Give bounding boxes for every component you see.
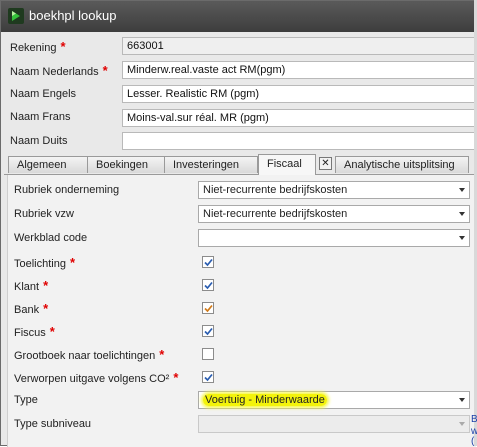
window-title: boekhpl lookup [29, 8, 117, 23]
bank-checkbox[interactable] [202, 302, 214, 314]
rekening-field[interactable]: 663001 [122, 37, 475, 55]
required-marker: * [159, 347, 165, 362]
side-fragment: B [471, 414, 477, 425]
tab-boekingen[interactable]: Boekingen [87, 156, 165, 173]
toelichting-checkbox[interactable] [202, 256, 214, 268]
required-marker: * [49, 324, 55, 339]
naam-frans-field[interactable]: Moins-val.sur réal. MR (pgm) [122, 109, 475, 127]
klant-label: Klant * [14, 278, 49, 293]
chevron-down-icon [459, 398, 465, 402]
rubriek-onderneming-label: Rubriek onderneming [14, 184, 120, 196]
app-logo-icon [8, 8, 24, 24]
tab-algemeen[interactable]: Algemeen [8, 156, 88, 173]
chevron-down-icon [459, 422, 465, 426]
chevron-down-icon [459, 188, 465, 192]
chevron-down-icon [459, 212, 465, 216]
klant-checkbox[interactable] [202, 279, 214, 291]
rubriek-vzw-value: Niet-recurrente bedrijfskosten [203, 208, 348, 220]
naam-nederlands-label: Naam Nederlands * [10, 63, 108, 78]
chevron-down-icon [459, 236, 465, 240]
check-icon [204, 304, 213, 313]
type-subniveau-select[interactable] [198, 415, 470, 433]
fiscus-label: Fiscus * [14, 324, 55, 339]
toelichting-label: Toelichting * [14, 255, 76, 270]
bank-label: Bank * [14, 301, 49, 316]
grootboek-label: Grootboek naar toelichtingen * [14, 347, 165, 362]
rubriek-vzw-label: Rubriek vzw [14, 208, 74, 220]
required-marker: * [60, 39, 66, 54]
check-icon [204, 258, 213, 267]
side-fragment: ( [471, 436, 475, 447]
fiscus-checkbox[interactable] [202, 325, 214, 337]
type-select[interactable]: Voertuig - Minderwaarde [198, 391, 470, 409]
naam-duits-field[interactable] [122, 132, 475, 150]
required-marker: * [69, 255, 76, 270]
check-icon [204, 373, 213, 382]
rubriek-vzw-select[interactable]: Niet-recurrente bedrijfskosten [198, 205, 470, 223]
tab-analytische-uitsplitsing[interactable]: Analytische uitsplitsing [335, 156, 469, 173]
close-tab-icon[interactable]: ✕ [319, 157, 332, 170]
tab-investeringen[interactable]: Investeringen [164, 156, 258, 173]
lookup-window: boekhpl lookup Rekening * 663001 Naam Ned… [0, 0, 476, 447]
rubriek-onderneming-value: Niet-recurrente bedrijfskosten [203, 184, 348, 196]
naam-nederlands-field[interactable]: Minderw.real.vaste act RM(pgm) [122, 61, 475, 79]
check-icon [204, 327, 213, 336]
naam-duits-label: Naam Duits [10, 135, 68, 147]
required-marker: * [102, 63, 108, 78]
required-marker: * [43, 278, 49, 293]
tab-bar: Algemeen Boekingen Investeringen Fiscaal… [4, 154, 475, 175]
fiscaal-panel: Rubriek onderneming Niet-recurrente bedr… [7, 175, 476, 447]
naam-engels-label: Naam Engels [10, 88, 77, 100]
naam-engels-field[interactable]: Lesser. Realistic RM (pgm) [122, 85, 475, 103]
tab-fiscaal[interactable]: Fiscaal [258, 154, 316, 175]
required-marker: * [43, 301, 49, 316]
check-icon [204, 281, 213, 290]
type-label: Type [14, 394, 38, 406]
type-subniveau-label: Type subniveau [14, 418, 92, 430]
naam-frans-label: Naam Frans [10, 111, 71, 123]
grootboek-checkbox[interactable] [202, 348, 214, 360]
type-value: Voertuig - Minderwaarde [203, 394, 327, 406]
rekening-label: Rekening * [10, 39, 66, 54]
verworpen-checkbox[interactable] [202, 371, 214, 383]
required-marker: * [173, 370, 179, 385]
werkblad-code-select[interactable] [198, 229, 470, 247]
title-bar: boekhpl lookup [1, 1, 475, 32]
werkblad-code-label: Werkblad code [14, 232, 88, 244]
verworpen-label: Verworpen uitgave volgens CO² * [14, 370, 179, 385]
rubriek-onderneming-select[interactable]: Niet-recurrente bedrijfskosten [198, 181, 470, 199]
